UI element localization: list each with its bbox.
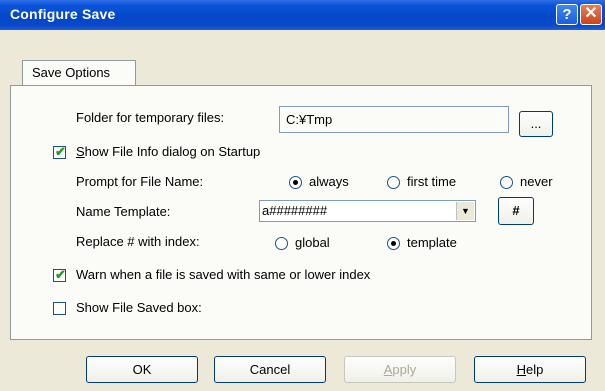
prompt-label: Prompt for File Name: [76,174,204,189]
prompt-first-time-label: first time [407,174,457,189]
temp-folder-field[interactable]: C:¥Tmp [279,106,509,133]
warn-checkbox[interactable]: ✔ [53,267,66,282]
ok-label: OK [132,362,152,377]
configure-save-dialog: Configure Save ? ✕ Save Options Folder f… [0,0,605,391]
apply-label: Apply [383,362,417,377]
warn-label: Warn when a file is saved with same or l… [76,267,371,282]
help-button[interactable]: Help [474,356,586,383]
replace-template-radio[interactable] [387,237,400,250]
replace-template-label: template [407,235,457,250]
title-bar[interactable]: Configure Save ? ✕ [0,0,605,30]
replace-global-radio[interactable] [275,237,288,250]
browse-label: ... [530,116,542,131]
window-title: Configure Save [10,6,116,22]
prompt-always-label: always [309,174,349,189]
prompt-always-radio[interactable] [289,176,302,189]
show-file-info-checkbox[interactable]: ✔ [53,144,66,159]
tab-label: Save Options [32,65,111,80]
ok-button[interactable]: OK [86,356,198,383]
replace-global-label: global [295,235,330,250]
tab-save-options[interactable]: Save Options [22,60,136,86]
prompt-first-time-radio[interactable] [387,176,400,189]
cancel-label: Cancel [249,362,291,377]
name-template-value: a######## [262,203,328,218]
temp-folder-label: Folder for temporary files: [76,110,225,125]
chevron-down-icon[interactable]: ▼ [456,202,474,220]
show-file-saved-checkbox[interactable] [53,302,66,315]
cancel-button[interactable]: Cancel [214,356,326,383]
insert-hash-button[interactable]: # [498,197,534,225]
prompt-never-label: never [520,174,553,189]
name-template-label: Name Template: [76,204,171,219]
help-label: Help [516,362,544,377]
replace-label: Replace # with index: [76,234,200,249]
show-file-saved-label: Show File Saved box: [76,300,202,315]
hash-label: # [512,203,520,218]
close-icon[interactable]: ✕ [580,4,602,25]
prompt-never-radio[interactable] [500,176,513,189]
help-icon[interactable]: ? [556,4,578,25]
show-file-info-label: Show File Info dialog on Startup [76,144,261,159]
temp-folder-value: C:¥Tmp [286,112,333,127]
apply-button[interactable]: Apply [344,356,456,383]
browse-button[interactable]: ... [519,111,553,137]
name-template-combo[interactable]: a######## ▼ [259,200,476,222]
